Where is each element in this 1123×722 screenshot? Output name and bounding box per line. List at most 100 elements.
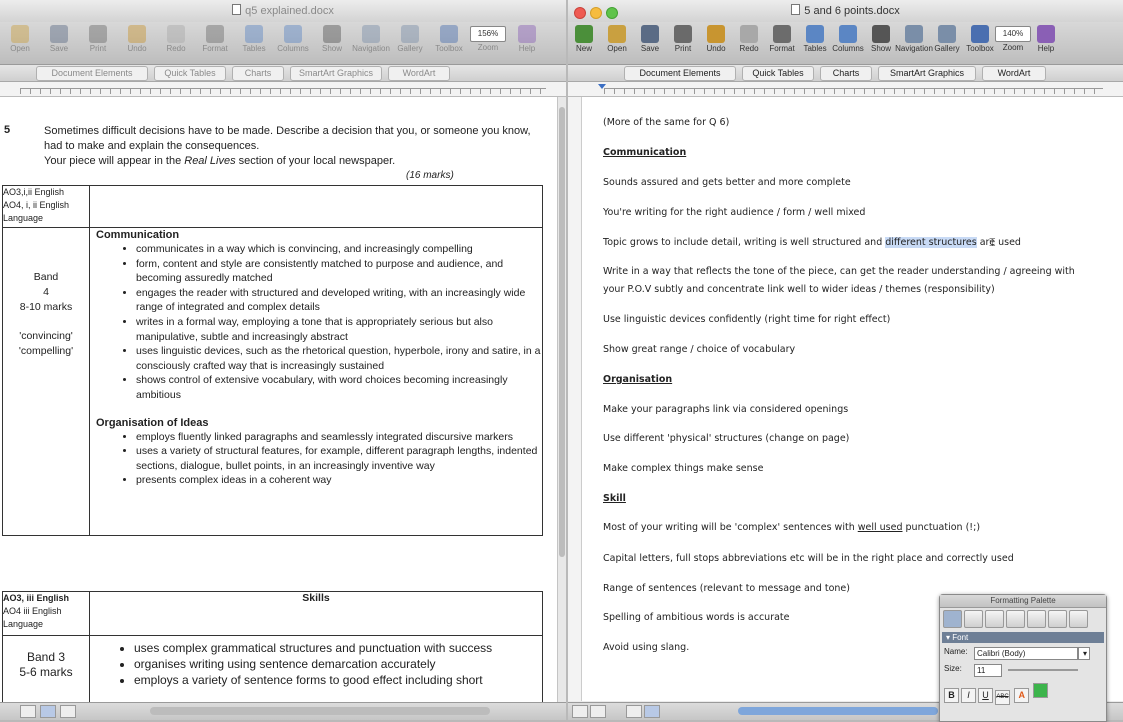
note-line: Show great range / choice of vocabulary	[603, 344, 796, 355]
note-line: You're writing for the right audience / …	[603, 207, 866, 218]
right-vertical-ruler[interactable]	[568, 97, 582, 701]
ribbon-tab-charts[interactable]: Charts	[232, 66, 284, 81]
draft-view-button[interactable]	[572, 705, 588, 718]
note-text: Topic grows to include detail, writing i…	[603, 237, 886, 248]
gallery-toolbar-button[interactable]: Gallery	[390, 25, 430, 53]
ribbon-tab-smartart-graphics[interactable]: SmartArt Graphics	[290, 66, 382, 81]
gallery-icon	[938, 25, 956, 43]
font-section-header[interactable]: ▾ Font	[942, 632, 1104, 643]
left-document-page[interactable]: 5 Sometimes difficult decisions have to …	[0, 97, 558, 703]
right-horizontal-scrollbar[interactable]	[738, 707, 938, 715]
draft-view-button[interactable]	[20, 705, 36, 718]
show-toolbar-button[interactable]: Show	[312, 25, 352, 53]
tables-toolbar-button[interactable]: Tables	[234, 25, 274, 53]
formatting-palette[interactable]: Formatting Palette ▾ Font Name: Calibri …	[939, 594, 1107, 722]
folder-icon	[608, 25, 626, 43]
left-title-bar[interactable]: q5 explained.docx	[0, 0, 566, 22]
font-size-label: Size:	[944, 664, 962, 673]
left-vertical-scrollbar[interactable]	[557, 97, 566, 703]
ribbon-tab-document-elements[interactable]: Document Elements	[36, 66, 148, 81]
header-empty-cell	[89, 185, 543, 228]
palette-title-bar[interactable]: Formatting Palette	[940, 595, 1106, 608]
right-horizontal-ruler[interactable]	[568, 82, 1123, 97]
outline-view-button[interactable]	[60, 705, 76, 718]
navigation-toolbar-button[interactable]: Navigation	[351, 25, 391, 53]
left-scroll-thumb[interactable]	[559, 107, 565, 557]
font-color-icon[interactable]: A	[1014, 688, 1030, 703]
criteria-item: uses a variety of structural features, f…	[136, 444, 542, 473]
assessment-objectives-cell: AO3, iii English AO4 iii English Languag…	[2, 591, 90, 636]
briefcase-icon[interactable]	[1069, 610, 1088, 628]
toolbar-button-label: Help	[518, 44, 536, 53]
ribbon-tab-charts[interactable]: Charts	[820, 66, 872, 81]
font-style-row: B I U ABC A	[944, 683, 1102, 705]
ribbon-tab-wordart[interactable]: WordArt	[982, 66, 1046, 81]
highlight-color-icon[interactable]	[1033, 683, 1049, 698]
formatting-palette-icon[interactable]	[943, 610, 962, 628]
band-line: 4	[43, 286, 49, 298]
open-toolbar-button[interactable]: Open	[0, 25, 40, 53]
toolbox-toolbar-button[interactable]: Toolbox	[429, 25, 469, 53]
left-document-window[interactable]: q5 explained.docx Open Save Print Undo Redo F…	[0, 0, 566, 720]
indent-marker-icon[interactable]	[598, 84, 606, 89]
strikethrough-button[interactable]: ABC	[995, 690, 1010, 705]
ribbon-tab-wordart[interactable]: WordArt	[388, 66, 450, 81]
zoom-window-button[interactable]	[606, 7, 618, 19]
toolbar-button-label: Print	[89, 44, 107, 53]
font-dropdown-icon[interactable]: ▾	[1078, 647, 1090, 660]
left-horizontal-ruler[interactable]	[0, 82, 566, 97]
left-horizontal-scrollbar[interactable]	[150, 707, 490, 715]
mark-scheme-table-band3: AO3, iii English AO4 iii English Languag…	[2, 591, 543, 703]
ao-line: AO4 iii English	[3, 606, 62, 616]
toolbar-button-label: Show	[321, 44, 342, 53]
print-icon	[674, 25, 692, 43]
font-size-slider[interactable]	[1008, 669, 1078, 671]
font-section-label: Font	[952, 633, 969, 642]
styles-icon[interactable]	[964, 610, 983, 628]
selected-text[interactable]: different structures	[885, 237, 977, 248]
left-status-bar	[0, 702, 566, 720]
help-toolbar-button[interactable]: Help	[507, 25, 547, 53]
note-line: your P.O.V subtly and concentrate link w…	[603, 284, 995, 295]
right-title-bar[interactable]: 5 and 6 points.docx	[568, 0, 1123, 22]
minimize-window-button[interactable]	[590, 7, 602, 19]
italic-button[interactable]: I	[961, 688, 976, 703]
underline-button[interactable]: U	[978, 688, 993, 703]
zoom-toolbar-button[interactable]: 156% Zoom	[468, 25, 508, 52]
print-toolbar-button[interactable]: Print	[78, 25, 118, 53]
outline-view-button[interactable]	[626, 705, 642, 718]
ribbon-tab-quick-tables[interactable]: Quick Tables	[742, 66, 814, 81]
format-brush-icon	[773, 25, 791, 43]
help-toolbar-button[interactable]: Help	[1026, 25, 1066, 53]
tools-icon[interactable]	[1048, 610, 1067, 628]
web-view-button[interactable]	[590, 705, 606, 718]
band-line: 'convincing'	[19, 330, 73, 342]
redo-toolbar-button[interactable]: Redo	[156, 25, 196, 53]
save-toolbar-button[interactable]: Save	[39, 25, 79, 53]
print-layout-view-button[interactable]	[644, 705, 660, 718]
columns-toolbar-button[interactable]: Columns	[273, 25, 313, 53]
ribbon-tab-smartart-graphics[interactable]: SmartArt Graphics	[878, 66, 976, 81]
question-text: Sometimes difficult decisions have to be…	[44, 124, 534, 169]
scrapbook-icon[interactable]	[1006, 610, 1025, 628]
undo-toolbar-button[interactable]: Undo	[117, 25, 157, 53]
zoom-field[interactable]: 156%	[470, 26, 506, 42]
ribbon-tab-quick-tables[interactable]: Quick Tables	[154, 66, 226, 81]
citations-icon[interactable]	[1027, 610, 1046, 628]
criteria-item: presents complex ideas in a coherent way	[136, 473, 542, 488]
note-text-underlined: well used	[857, 522, 903, 533]
print-layout-view-button[interactable]	[40, 705, 56, 718]
copy-icon[interactable]	[985, 610, 1004, 628]
communication-heading: Communication	[96, 229, 180, 241]
close-window-button[interactable]	[574, 7, 586, 19]
assessment-objectives-cell: AO3,i,ii English AO4, i, ii English Lang…	[2, 185, 90, 228]
left-toolbar: Open Save Print Undo Redo Format Tables Columns…	[0, 22, 566, 65]
ribbon-tab-document-elements[interactable]: Document Elements	[624, 66, 736, 81]
help-icon	[1037, 25, 1055, 43]
bold-button[interactable]: B	[944, 688, 959, 703]
font-name-field[interactable]: Calibri (Body)	[974, 647, 1078, 660]
criteria-item: organises writing using sentence demarca…	[134, 656, 538, 672]
format-toolbar-button[interactable]: Format	[195, 25, 235, 53]
font-size-field[interactable]: 11	[974, 664, 1002, 677]
ao-line: AO4, i, ii English	[3, 200, 70, 210]
